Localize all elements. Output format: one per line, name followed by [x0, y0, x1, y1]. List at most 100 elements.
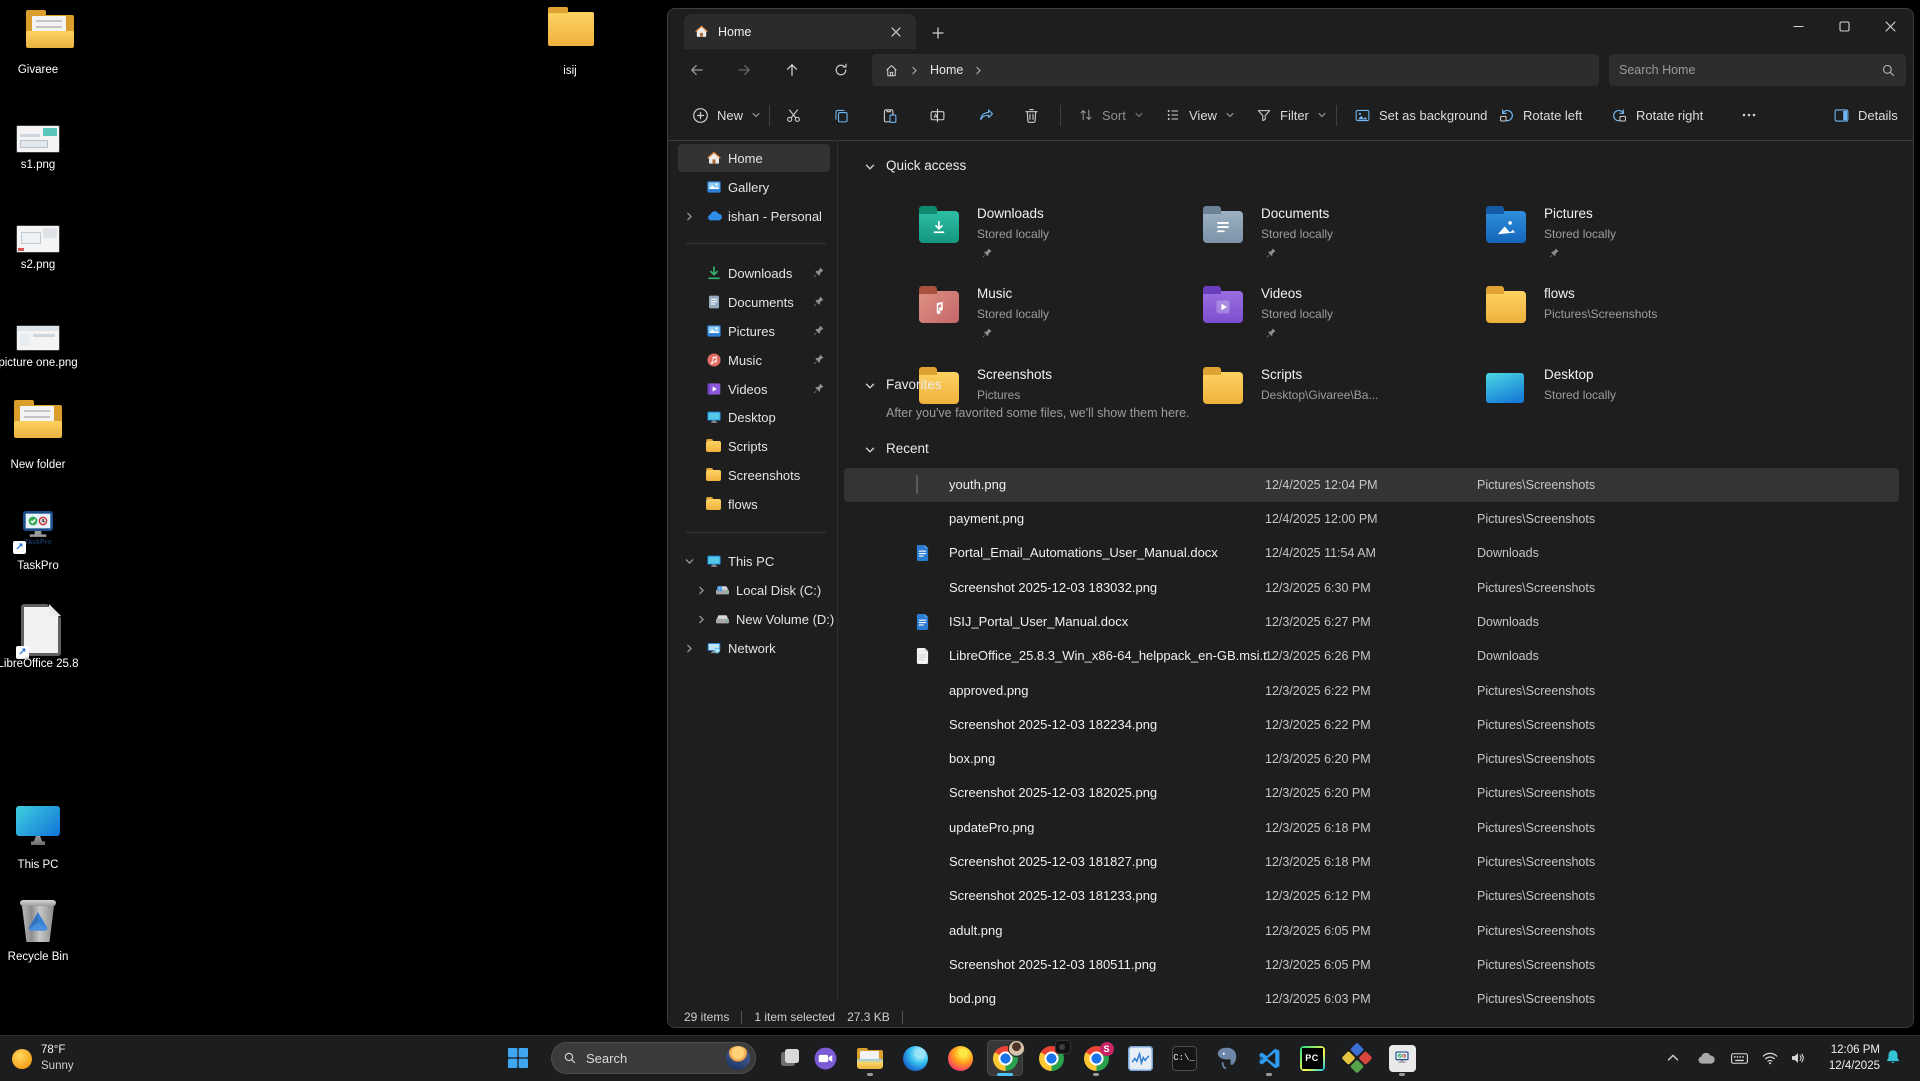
close-button[interactable] [1867, 10, 1913, 43]
start-button[interactable] [500, 1040, 536, 1076]
rotate-right-button[interactable]: Rotate right [1601, 98, 1713, 132]
section-header-quick-access[interactable]: Quick access [886, 158, 966, 173]
chevron-down-icon[interactable] [684, 556, 695, 567]
sidebar-item-home[interactable]: Home [678, 144, 830, 172]
tile-scripts[interactable]: Scripts Desktop\Givaree\Ba... [1197, 364, 1469, 432]
section-header-recent[interactable]: Recent [886, 441, 929, 456]
chevron-right-icon[interactable] [684, 643, 695, 654]
view-button[interactable]: View [1155, 98, 1245, 132]
rename-button[interactable] [918, 98, 956, 132]
sidebar-divider[interactable] [837, 140, 838, 1001]
filter-button[interactable]: Filter [1246, 98, 1337, 132]
taskbar-terminal[interactable]: C:\_ [1166, 1040, 1202, 1076]
new-tab-button[interactable] [926, 21, 950, 45]
recent-file-row[interactable]: Screenshot 2025-12-03 180511.png 12/3/20… [844, 948, 1899, 982]
breadcrumb-home-icon[interactable] [884, 63, 899, 78]
chevron-down-icon[interactable] [864, 444, 876, 456]
recent-file-row[interactable]: Screenshot 2025-12-03 183032.png 12/3/20… [844, 571, 1899, 605]
copy-button[interactable] [822, 98, 860, 132]
recent-file-row[interactable]: Screenshot 2025-12-03 181827.png 12/3/20… [844, 845, 1899, 879]
taskbar-task-manager[interactable] [1122, 1040, 1158, 1076]
taskbar-edge[interactable] [897, 1040, 933, 1076]
new-button[interactable]: New [682, 98, 771, 132]
tile-documents[interactable]: Documents Stored locally [1197, 203, 1469, 271]
tray-clock[interactable]: 12:06 PM 12/4/2025 [1808, 1042, 1880, 1074]
more-options-button[interactable] [1730, 98, 1768, 132]
maximize-button[interactable] [1821, 10, 1867, 43]
tile-desktop[interactable]: Desktop Stored locally [1480, 364, 1752, 432]
sidebar-item-documents[interactable]: Documents [678, 288, 830, 316]
taskbar-vscode[interactable] [1251, 1040, 1287, 1076]
sidebar-item-flows[interactable]: flows [678, 490, 830, 518]
search-icon[interactable] [1881, 63, 1896, 78]
breadcrumb[interactable]: Home [872, 54, 1599, 86]
recent-file-row[interactable]: box.png 12/3/2025 6:20 PM Pictures\Scree… [844, 742, 1899, 776]
taskbar-pycharm[interactable]: PC [1294, 1040, 1330, 1076]
sidebar-item-videos[interactable]: Videos [678, 375, 830, 403]
sidebar-item-scripts[interactable]: Scripts [678, 432, 830, 460]
recent-file-row[interactable]: Portal_Email_Automations_User_Manual.doc… [844, 536, 1899, 570]
sidebar-item-screenshots[interactable]: Screenshots [678, 461, 830, 489]
taskbar-chrome-profile3[interactable]: S [1078, 1040, 1114, 1076]
tile-videos[interactable]: Videos Stored locally [1197, 283, 1469, 351]
sort-button[interactable]: Sort [1068, 98, 1154, 132]
paste-button[interactable] [870, 98, 908, 132]
taskbar-taskpro[interactable] [1384, 1040, 1420, 1076]
recent-file-row[interactable]: updatePro.png 12/3/2025 6:18 PM Pictures… [844, 811, 1899, 845]
desktop-icon-new-folder[interactable]: New folder [0, 394, 76, 466]
recent-file-row[interactable]: LibreOffice_25.8.3_Win_x86-64_helppack_e… [844, 639, 1899, 673]
delete-button[interactable] [1012, 98, 1050, 132]
sidebar-item-this-pc[interactable]: This PC [678, 547, 830, 575]
sidebar-item-music[interactable]: Music [678, 346, 830, 374]
tile-screenshots[interactable]: Screenshots Pictures [913, 364, 1185, 432]
desktop-icon-isij[interactable]: isij [532, 8, 608, 72]
cut-button[interactable] [774, 98, 812, 132]
onedrive-tray-icon[interactable] [1696, 1049, 1716, 1069]
desktop-icon-taskpro[interactable]: TaskPro ↗ TaskPro [0, 504, 76, 576]
sidebar-item-local-disk-c[interactable]: Local Disk (C:) [678, 576, 830, 604]
details-pane-button[interactable]: Details [1823, 98, 1908, 132]
touch-keyboard-icon[interactable] [1730, 1049, 1749, 1068]
search-box[interactable]: Search Home [1609, 54, 1906, 86]
chevron-right-icon[interactable] [696, 614, 707, 625]
taskbar-chrome-profile1[interactable] [987, 1040, 1023, 1076]
notification-bell-icon[interactable] [1884, 1048, 1902, 1066]
tray-expand-button[interactable] [1664, 1049, 1682, 1067]
sidebar-item-gallery[interactable]: Gallery [678, 173, 830, 201]
chevron-right-icon[interactable] [696, 585, 707, 596]
taskbar-firefox[interactable] [942, 1040, 978, 1076]
taskbar-chrome-profile2[interactable] [1033, 1040, 1069, 1076]
tile-pictures[interactable]: Pictures Stored locally [1480, 203, 1752, 271]
chevron-right-icon[interactable] [684, 211, 695, 222]
explorer-tab-home[interactable]: Home [684, 14, 916, 49]
desktop-icon-libreoffice[interactable]: ↗ LibreOffice 25.8 [0, 600, 76, 686]
tile-downloads[interactable]: Downloads Stored locally [913, 203, 1185, 271]
wifi-icon[interactable] [1761, 1049, 1779, 1067]
chevron-down-icon[interactable] [864, 161, 876, 173]
section-header-favorites[interactable]: Favorites [886, 377, 942, 392]
sidebar-item-onedrive[interactable]: ishan - Personal [678, 202, 830, 230]
sidebar-item-network[interactable]: Network [678, 634, 830, 662]
recent-file-row[interactable]: Screenshot 2025-12-03 182234.png 12/3/20… [844, 708, 1899, 742]
breadcrumb-item-home[interactable]: Home [930, 63, 963, 77]
sidebar-item-desktop[interactable]: Desktop [678, 403, 830, 431]
taskbar-chat-app[interactable] [807, 1040, 843, 1076]
sidebar-item-new-volume-d[interactable]: New Volume (D:) [678, 605, 830, 633]
sidebar-item-downloads[interactable]: Downloads [678, 259, 830, 287]
rotate-left-button[interactable]: Rotate left [1488, 98, 1592, 132]
tab-close-button[interactable] [886, 22, 906, 42]
taskbar-search[interactable]: Search [551, 1042, 756, 1074]
recent-file-row[interactable]: ISIJ_Portal_User_Manual.docx 12/3/2025 6… [844, 605, 1899, 639]
up-button[interactable] [777, 55, 807, 85]
desktop-icon-s1[interactable]: s1.png [0, 122, 76, 182]
minimize-button[interactable] [1775, 10, 1821, 43]
back-button[interactable] [682, 55, 712, 85]
recent-file-row[interactable]: Screenshot 2025-12-03 182025.png 12/3/20… [844, 776, 1899, 810]
tile-music[interactable]: Music Stored locally [913, 283, 1185, 351]
recent-file-row[interactable]: payment.png 12/4/2025 12:00 PM Pictures\… [844, 502, 1899, 536]
recent-file-row[interactable]: adult.png 12/3/2025 6:05 PM Pictures\Scr… [844, 914, 1899, 948]
sidebar-item-pictures[interactable]: Pictures [678, 317, 830, 345]
recent-file-row[interactable]: Screenshot 2025-12-03 181233.png 12/3/20… [844, 879, 1899, 913]
taskbar-libreoffice[interactable] [1339, 1040, 1375, 1076]
share-button[interactable] [967, 98, 1005, 132]
